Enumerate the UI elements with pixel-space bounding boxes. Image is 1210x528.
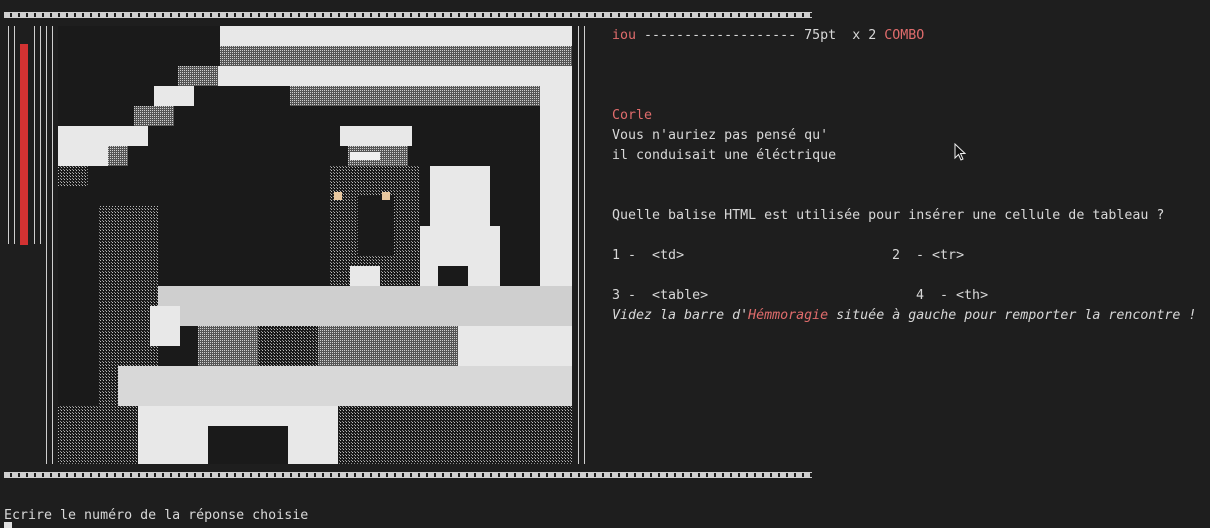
combo-label: COMBO [884,28,925,43]
gauge-border-right-inner [34,26,35,244]
answer-4-label: <th> [956,288,989,303]
player-name: iou [612,28,637,43]
status-line: iou ------------------- 75pt x 2 COMBO [612,26,924,46]
answer-option-2[interactable]: 2 - <tr> [892,246,964,266]
gauge-border-left [8,26,9,244]
answer-option-1[interactable]: 1 - <td> [612,246,684,266]
answer-2-label: <tr> [932,248,965,263]
answer-3-number: 3 - [612,288,637,303]
portrait-pixel-art [58,26,572,464]
speaker-name: Corle [612,108,653,123]
hint-before: Videz la barre d' [612,308,749,323]
gauge-border-right [40,26,41,244]
input-prompt: Ecrire le numéro de la réponse choisie [4,508,309,523]
hint-highlight: Hémmoragie [748,308,829,323]
answer-1-number: 1 - [612,248,637,263]
dialogue-line-1: Vous n'auriez pas pensé qu' [612,128,829,143]
hint-line: Videz la barre d'Hémmoragie située à gau… [612,306,1196,326]
frame-border-left-outer [46,26,47,464]
frame-border-left-inner [52,26,53,464]
answer-2-number: 2 - [892,248,925,263]
answer-option-3[interactable]: 3 - <table> [612,286,708,306]
frame-border-right-outer [584,26,585,464]
question-text: Quelle balise HTML est utilisée pour ins… [612,208,1165,223]
dialogue-line-2: il conduisait une éléctrique [612,148,837,163]
answer-4-number: 4 - [916,288,949,303]
top-border-rule [4,12,812,18]
hint-after: située à gauche pour remporter la rencon… [828,308,1197,323]
hemorrhage-bar-fill [20,44,28,245]
status-dashes: ------------------- [636,28,805,43]
combo-multiplier: x 2 [852,28,877,43]
text-cursor[interactable] [4,522,12,528]
score-value: 75pt [804,28,837,43]
frame-border-right-inner [578,26,579,464]
gauge-border-left-inner [14,26,15,244]
bottom-border-rule [4,472,812,478]
answer-option-4[interactable]: 4 - <th> [916,286,988,306]
mouse-pointer-icon [954,142,967,165]
answer-1-label: <td> [652,248,685,263]
answer-3-label: <table> [652,288,709,303]
opponent-portrait [58,26,572,464]
